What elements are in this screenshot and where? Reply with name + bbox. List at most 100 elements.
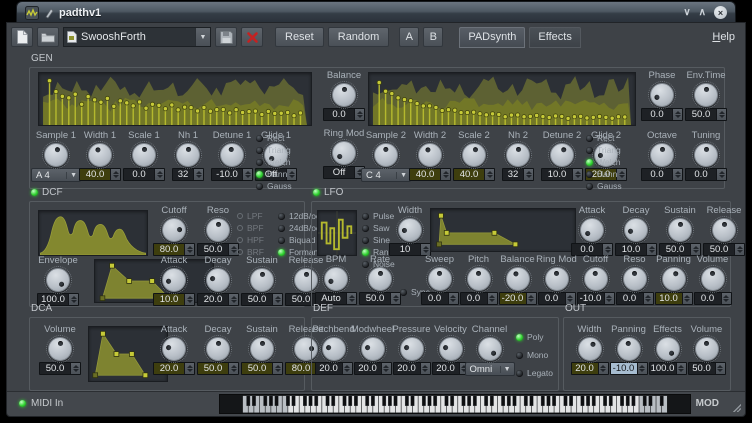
sustain-spinbox[interactable]: 50.0	[241, 362, 283, 375]
attack-spinbox[interactable]: 10.0	[153, 293, 195, 306]
envelope-spin-buttons[interactable]	[68, 294, 78, 305]
open-preset-button[interactable]	[37, 27, 59, 47]
balance-spin-buttons[interactable]	[526, 293, 536, 304]
dcf-led[interactable]	[31, 189, 38, 196]
velocity-spinbox[interactable]: 20.0	[432, 362, 470, 375]
tuning-spin-buttons[interactable]	[716, 169, 726, 180]
pitch-spinbox[interactable]: 0.0	[460, 292, 498, 305]
modwheel-spinbox[interactable]: 20.0	[354, 362, 392, 375]
sweep-knob[interactable]	[428, 267, 452, 291]
pitch-spin-buttons[interactable]	[487, 293, 497, 304]
width-1-knob[interactable]	[88, 143, 112, 167]
pitchbend-spinbox[interactable]: 20.0	[315, 362, 353, 375]
ring-mod-knob[interactable]	[332, 141, 356, 165]
cutoff-spin-buttons[interactable]	[184, 244, 194, 255]
compare-b-button[interactable]: B	[423, 27, 443, 47]
sustain-knob[interactable]	[250, 268, 274, 292]
welch-radio[interactable]: Welch	[256, 157, 292, 167]
decay-spin-buttons[interactable]	[228, 294, 238, 305]
close-button[interactable]: ×	[714, 6, 727, 19]
scale-2-knob[interactable]	[462, 143, 486, 167]
welch-radio[interactable]: Welch	[586, 157, 622, 167]
sample-1-combobox[interactable]: A 4▼	[31, 168, 81, 182]
compare-a-button[interactable]: A	[399, 27, 419, 47]
mono-radio[interactable]: Mono	[516, 350, 553, 360]
preset-combobox[interactable]: SwooshForth ▼	[63, 27, 211, 47]
attack-knob[interactable]	[162, 337, 186, 361]
cutoff-spin-buttons[interactable]	[604, 293, 614, 304]
volume-spin-buttons[interactable]	[721, 293, 731, 304]
width-1-spin-buttons[interactable]	[110, 169, 120, 180]
hann-radio[interactable]: Hann	[586, 169, 622, 179]
release-knob[interactable]	[712, 218, 736, 242]
triang-radio[interactable]: Triang	[586, 145, 622, 155]
tuning-knob[interactable]	[694, 143, 718, 167]
pressure-spin-buttons[interactable]	[420, 363, 430, 374]
decay-knob[interactable]	[206, 268, 230, 292]
sample-2-knob[interactable]	[374, 143, 398, 167]
shade-button[interactable]: ∨	[683, 8, 690, 18]
env-time-knob[interactable]	[694, 83, 718, 107]
scale-1-spin-buttons[interactable]	[154, 169, 164, 180]
effects-knob[interactable]	[656, 337, 680, 361]
nh-2-spinbox[interactable]: 32	[502, 168, 534, 181]
tab-padsynth[interactable]: PADsynth	[459, 27, 525, 48]
rect-radio[interactable]: Rect	[586, 133, 622, 143]
balance-spinbox[interactable]: -20.0	[499, 292, 537, 305]
reso-knob[interactable]	[206, 218, 230, 242]
width-spinbox[interactable]: 20.0	[571, 362, 609, 375]
pitchbend-knob[interactable]	[322, 337, 346, 361]
save-preset-button[interactable]	[215, 27, 237, 47]
modwheel-spin-buttons[interactable]	[381, 363, 391, 374]
sample-2-combobox[interactable]: C 4▼	[361, 168, 411, 182]
panning-spinbox[interactable]: 10.0	[655, 292, 693, 305]
volume-knob[interactable]	[695, 337, 719, 361]
tab-effects[interactable]: Effects	[529, 27, 580, 48]
tuning-spinbox[interactable]: 0.0	[685, 168, 727, 181]
decay-spin-buttons[interactable]	[228, 363, 238, 374]
pitch-knob[interactable]	[467, 267, 491, 291]
nh-2-knob[interactable]	[506, 143, 530, 167]
panning-knob[interactable]	[662, 267, 686, 291]
decay-knob[interactable]	[206, 337, 230, 361]
panning-spin-buttons[interactable]	[637, 363, 647, 374]
sustain-knob[interactable]	[250, 337, 274, 361]
rate-spinbox[interactable]: 50.0	[359, 292, 401, 305]
decay-spinbox[interactable]: 50.0	[197, 362, 239, 375]
resize-grip-icon[interactable]	[732, 403, 741, 412]
detune-2-spin-buttons[interactable]	[572, 169, 582, 180]
cutoff-knob[interactable]	[162, 218, 186, 242]
rate-spin-buttons[interactable]	[390, 293, 400, 304]
phase-spin-buttons[interactable]	[672, 109, 682, 120]
sustain-knob[interactable]	[668, 218, 692, 242]
gauss-radio[interactable]: Gauss	[586, 181, 622, 191]
sample-1-knob[interactable]	[44, 143, 68, 167]
detune-2-knob[interactable]	[550, 143, 574, 167]
velocity-knob[interactable]	[439, 337, 463, 361]
balance-knob[interactable]	[332, 83, 356, 107]
reso-spinbox[interactable]: 0.0	[616, 292, 654, 305]
attack-knob[interactable]	[580, 218, 604, 242]
volume-knob[interactable]	[701, 267, 725, 291]
pitchbend-spin-buttons[interactable]	[342, 363, 352, 374]
poly-radio[interactable]: Poly	[516, 332, 553, 342]
hann-radio[interactable]: Hann	[256, 169, 292, 179]
octave-knob[interactable]	[650, 143, 674, 167]
volume-knob[interactable]	[48, 337, 72, 361]
sweep-spin-buttons[interactable]	[448, 293, 458, 304]
detune-1-knob[interactable]	[220, 143, 244, 167]
scale-2-spinbox[interactable]: 40.0	[453, 168, 495, 181]
rect-radio[interactable]: Rect	[256, 133, 292, 143]
scale-1-knob[interactable]	[132, 143, 156, 167]
new-preset-button[interactable]	[11, 27, 33, 47]
volume-spin-buttons[interactable]	[70, 363, 80, 374]
pressure-knob[interactable]	[400, 337, 424, 361]
balance-knob[interactable]	[506, 267, 530, 291]
nh-1-spin-buttons[interactable]	[193, 169, 203, 180]
width-spin-buttons[interactable]	[598, 363, 608, 374]
modwheel-knob[interactable]	[361, 337, 385, 361]
width-2-spin-buttons[interactable]	[440, 169, 450, 180]
bpm-spin-buttons[interactable]	[346, 293, 356, 304]
release-spin-buttons[interactable]	[734, 244, 744, 255]
scale-2-spin-buttons[interactable]	[484, 169, 494, 180]
